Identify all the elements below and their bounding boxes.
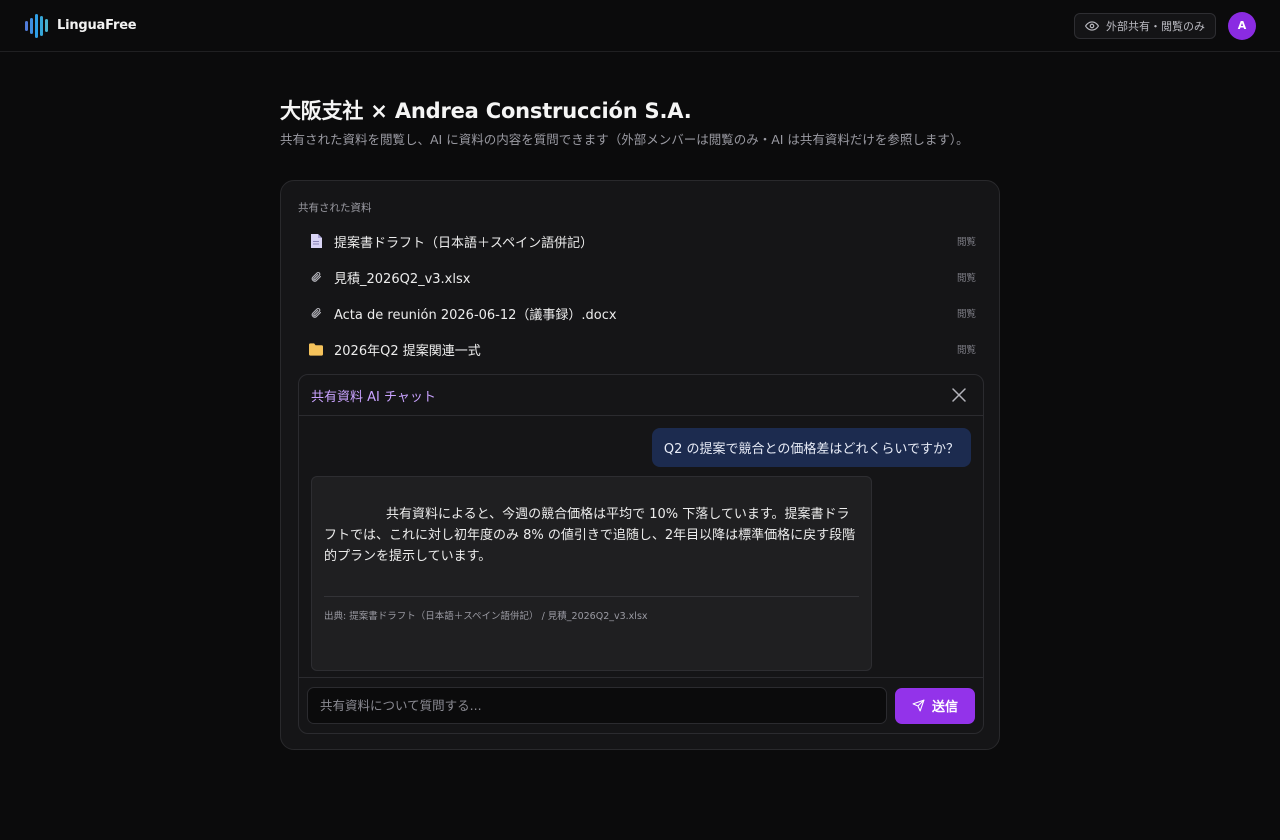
brand-name: LinguaFree [57,18,137,33]
close-icon [952,388,966,402]
ai-chat-panel: 共有資料 AI チャット Q2 の提案で競合との価格差はどれくらいですか？ 共有… [298,374,984,734]
paperclip-icon [309,306,323,320]
user-message: Q2 の提案で競合との価格差はどれくらいですか？ [651,428,971,467]
send-button[interactable]: 送信 [895,687,975,724]
file-permission: 閲覧 [956,273,976,284]
file-name: Acta de reunión 2026-06-12（議事録）.docx [334,307,617,323]
share-status-label: 外部共有・閲覧のみ [1106,19,1205,33]
file-name: 2026年Q2 提案関連一式 [334,343,481,359]
ai-message-text: 共有資料によると、今週の競合価格は平均で 10% 下落しています。提案書ドラフト… [324,507,856,564]
chat-header: 共有資料 AI チャット [299,375,983,416]
file-name: 提案書ドラフト（日本語＋スペイン語併記） [334,235,594,251]
share-status-badge: 外部共有・閲覧のみ [1074,12,1216,39]
send-button-label: 送信 [931,700,958,715]
ai-message: 共有資料によると、今週の競合価格は平均で 10% 下落しています。提案書ドラフト… [311,476,872,671]
chat-title: 共有資料 AI チャット [311,389,436,405]
ai-message-source: 出典: 提案書ドラフト（日本語＋スペイン語併記） / 見積_2026Q2_v3.… [324,611,648,622]
shared-files-label: 共有された資料 [298,202,372,214]
file-item[interactable]: Acta de reunión 2026-06-12（議事録）.docx 閲覧 [298,295,984,331]
chat-input[interactable] [307,687,887,724]
file-item[interactable]: 提案書ドラフト（日本語＋スペイン語併記） 閲覧 [298,223,984,259]
send-icon [912,699,925,712]
page-title: 大阪支社 × Andrea Construcción S.A. [280,99,692,123]
top-bar: LinguaFree 外部共有・閲覧のみ A [0,0,1280,52]
brand[interactable]: LinguaFree [25,13,137,38]
file-permission: 閲覧 [956,309,976,320]
page-subtitle: 共有された資料を閲覧し、AI に資料の内容を質問できます（外部メンバーは閲覧のみ… [280,132,969,147]
logo-icon [25,13,48,38]
paperclip-icon [309,270,323,284]
file-permission: 閲覧 [956,237,976,248]
document-icon [309,234,323,248]
file-item[interactable]: 2026年Q2 提案関連一式 閲覧 [298,331,984,367]
shared-file-list: 提案書ドラフト（日本語＋スペイン語併記） 閲覧 見積_2026Q2_v3.xls… [298,223,984,367]
file-item[interactable]: 見積_2026Q2_v3.xlsx 閲覧 [298,259,984,295]
avatar[interactable]: A [1228,11,1256,40]
file-permission: 閲覧 [956,345,976,356]
file-name: 見積_2026Q2_v3.xlsx [334,271,471,287]
chat-composer: 送信 [299,677,983,733]
folder-icon [309,342,323,356]
divider [324,596,859,597]
chat-messages[interactable]: Q2 の提案で競合との価格差はどれくらいですか？ 共有資料によると、今週の競合価… [299,416,983,679]
shared-workspace-card: 共有された資料 提案書ドラフト（日本語＋スペイン語併記） 閲覧 見積_2026Q… [280,180,1000,750]
close-chat-button[interactable] [949,385,969,405]
eye-icon [1085,20,1099,31]
